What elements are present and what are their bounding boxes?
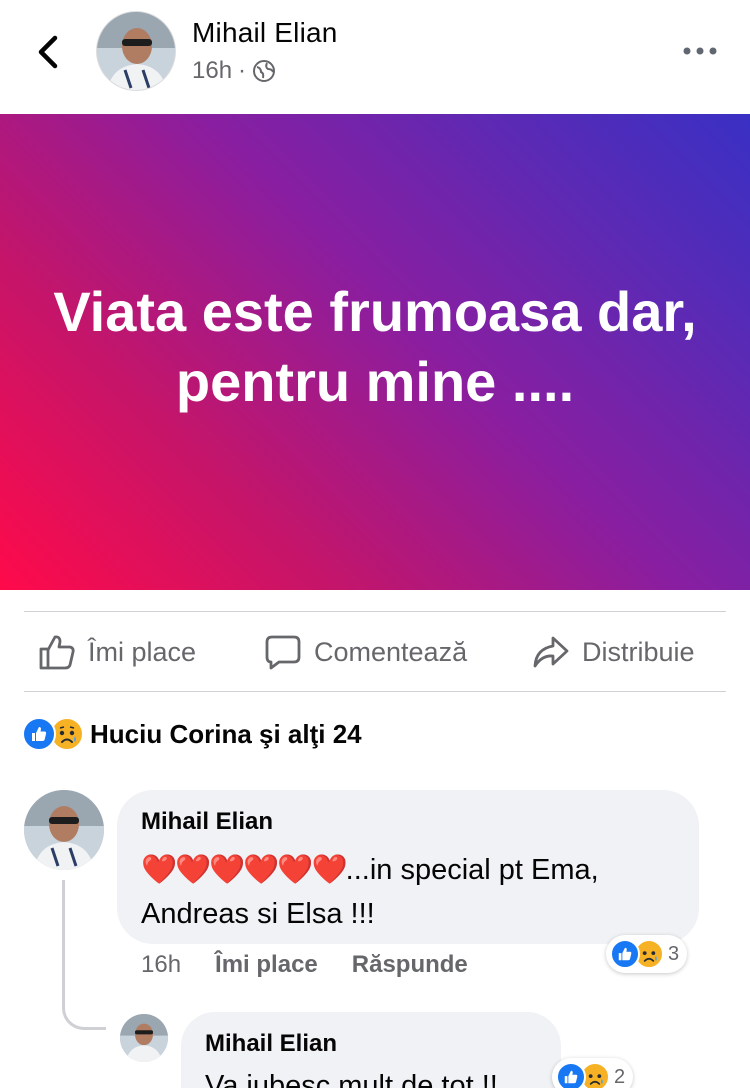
- author-avatar[interactable]: [96, 11, 176, 91]
- meta-separator: ·: [238, 57, 247, 84]
- like-reaction-icon: [556, 1062, 586, 1088]
- post-background-banner[interactable]: Viata este frumoasa dar, pentru mine ...…: [0, 114, 750, 590]
- post-text: Viata este frumoasa dar, pentru mine ...…: [53, 280, 697, 413]
- like-label: Îmi place: [88, 636, 197, 667]
- like-reaction-icon: [610, 939, 640, 969]
- comment-time[interactable]: 16h: [141, 951, 181, 979]
- divider-bottom: [24, 691, 726, 692]
- more-horizontal-icon: [683, 47, 717, 55]
- comment-icon: [265, 635, 301, 670]
- reaction-count: 2: [614, 1065, 626, 1088]
- reaction-count: 3: [668, 942, 680, 965]
- more-options-button[interactable]: [680, 34, 720, 68]
- comment-like-button[interactable]: Îmi place: [215, 951, 318, 979]
- reply-author[interactable]: Mihail Elian: [205, 1030, 337, 1058]
- reply-bubble[interactable]: Mihail Elian Va iubesc mult de tot !!: [181, 1012, 561, 1088]
- commenter-avatar[interactable]: [24, 790, 104, 870]
- reply-thread-line: [62, 880, 106, 1030]
- comment-reactions[interactable]: 3: [606, 935, 688, 973]
- like-button[interactable]: Îmi place: [38, 612, 196, 692]
- reaction-names: Huciu Corina şi alţi 24: [90, 718, 362, 749]
- comment-footer: 16h Îmi place Răspunde: [141, 946, 502, 984]
- share-label: Distribuie: [582, 636, 695, 667]
- comment-text-line1: ❤️❤️❤️❤️❤️❤️...in special pt Ema,: [141, 848, 599, 892]
- post-header: Mihail Elian 16h ·: [0, 0, 750, 114]
- comment-button[interactable]: Comentează: [264, 612, 467, 692]
- hearts-emoji: ❤️❤️❤️❤️❤️❤️: [141, 854, 348, 886]
- post-meta: 16h ·: [192, 57, 276, 85]
- comment-reply-button[interactable]: Răspunde: [352, 951, 468, 979]
- chevron-left-icon: [38, 35, 58, 69]
- globe-icon: [253, 60, 276, 82]
- share-icon: [533, 636, 569, 668]
- reactions-summary[interactable]: Huciu Corina şi alţi 24: [22, 712, 362, 756]
- author-name[interactable]: Mihail Elian: [192, 17, 338, 49]
- back-button[interactable]: [30, 30, 66, 74]
- thumbs-up-icon: [39, 635, 75, 670]
- reply-reactions[interactable]: 2: [552, 1058, 634, 1088]
- reaction-icons: [22, 716, 92, 752]
- comment-bubble[interactable]: Mihail Elian ❤️❤️❤️❤️❤️❤️...in special p…: [117, 790, 699, 944]
- reply-text: Va iubesc mult de tot !!: [205, 1070, 498, 1088]
- action-bar: Îmi place Comentează Distribuie: [0, 612, 750, 692]
- comment-label: Comentează: [314, 636, 468, 667]
- comment-author[interactable]: Mihail Elian: [141, 808, 273, 836]
- reply-avatar[interactable]: [120, 1014, 168, 1062]
- share-button[interactable]: Distribuie: [532, 612, 695, 692]
- comment-text-line2: Andreas si Elsa !!!: [141, 898, 375, 930]
- like-reaction-icon: [22, 717, 56, 751]
- comment-text: ...in special pt Ema,: [345, 854, 599, 886]
- post-time[interactable]: 16h: [192, 57, 232, 85]
